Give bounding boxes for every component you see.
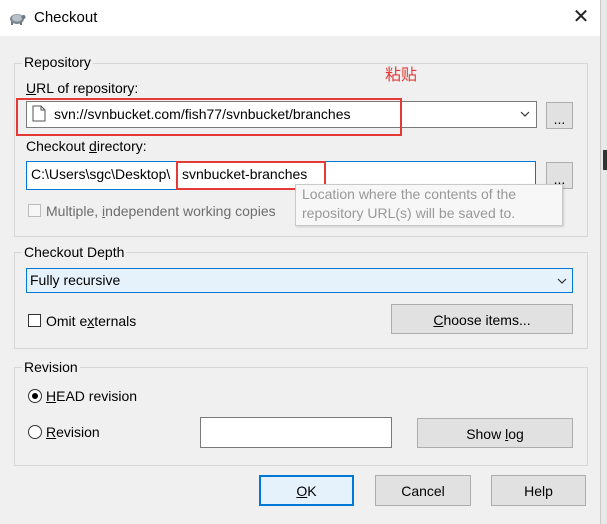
show-log-button[interactable]: Show log <box>417 418 573 448</box>
depth-legend: Checkout Depth <box>22 244 127 260</box>
close-icon[interactable]: ✕ <box>570 6 592 28</box>
help-button[interactable]: Help <box>491 475 586 506</box>
url-browse-button[interactable]: ... <box>546 102 573 129</box>
url-highlight-box <box>16 98 402 136</box>
url-label: URL of repository: <box>26 80 139 96</box>
directory-tooltip: Location where the contents of the repos… <box>295 184 563 226</box>
revision-legend: Revision <box>22 359 80 375</box>
checkout-dir-label: Checkout directory: <box>26 138 147 154</box>
repository-legend: Repository <box>22 54 93 70</box>
tortoise-svn-icon <box>10 14 26 25</box>
multiple-label: Multiple, independent working copies <box>46 203 276 219</box>
chevron-down-icon[interactable] <box>557 278 567 284</box>
revision-input[interactable] <box>200 417 392 448</box>
background-window-edge <box>600 0 607 524</box>
omit-externals-label: Omit externals <box>46 313 137 329</box>
window-title: Checkout <box>34 9 98 26</box>
chevron-down-icon[interactable] <box>520 111 530 117</box>
omit-externals-checkbox[interactable] <box>28 314 41 327</box>
choose-items-button[interactable]: Choose items... <box>391 304 573 334</box>
head-revision-label: HEAD revision <box>46 388 138 404</box>
revision-label: Revision <box>46 424 100 440</box>
multiple-checkbox[interactable] <box>28 204 41 217</box>
checkout-dir-highlight: svnbucket-branches <box>182 166 308 182</box>
head-revision-radio[interactable] <box>28 389 42 403</box>
tooltip-line-2: repository URL(s) will be saved to. <box>302 205 516 221</box>
cancel-button[interactable]: Cancel <box>375 475 471 506</box>
checkout-dir-prefix: C:\Users\sgc\Desktop\ <box>31 166 171 182</box>
tooltip-line-1: Location where the contents of the <box>302 186 517 202</box>
revision-radio[interactable] <box>28 425 42 439</box>
ok-button[interactable]: OK <box>259 475 354 506</box>
url-label-text: RL of repository: <box>36 80 139 96</box>
depth-selected: Fully recursive <box>30 272 121 288</box>
